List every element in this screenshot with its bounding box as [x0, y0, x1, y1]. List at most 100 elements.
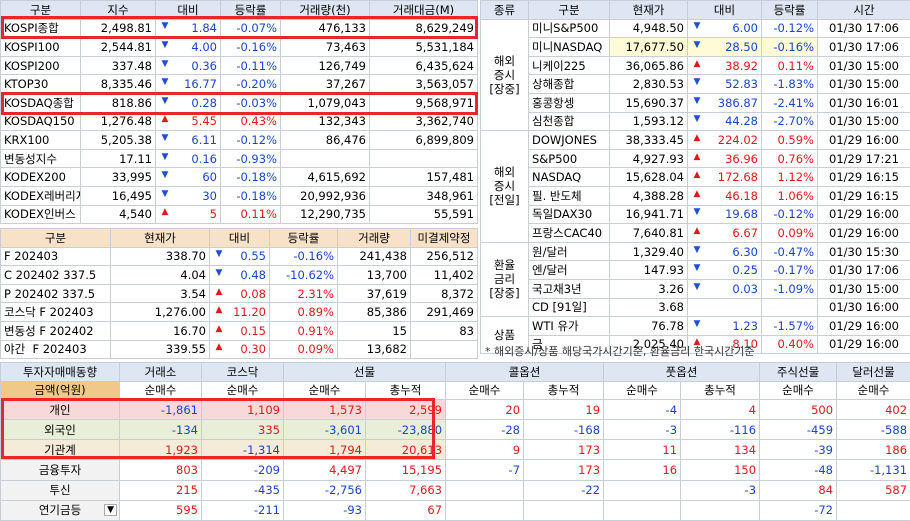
futures-row[interactable]: 코스닥 F 2024031,276.00▲11.200.89%85,386291…: [1, 303, 478, 322]
futures-row[interactable]: F 202403338.70▼0.55-0.16%241,438256,512: [1, 247, 478, 266]
index-row[interactable]: KODEX20033,995▼60-0.18%4,615,692157,481: [1, 168, 478, 187]
change-cell: ▲6.67: [688, 224, 762, 243]
index-value: 2,544.81: [81, 38, 156, 57]
investor-row[interactable]: 개인-1,8611,1091,5732,5992019-44500402: [1, 400, 910, 420]
investor-value: [604, 500, 681, 520]
global-row[interactable]: 심천종합1,593.12▼44.28-2.70%01/30 15:00: [481, 112, 910, 131]
investor-row[interactable]: 금융투자803-2094,49715,195-717316150-48-1,13…: [1, 460, 910, 480]
index-header-row: 구분지수대비등락률거래량(천)거래대금(M): [1, 1, 478, 20]
investor-value: -1,314: [202, 440, 284, 460]
global-price: 16,941.71: [610, 205, 688, 224]
investor-title: 투자자매매동향: [1, 363, 120, 382]
investor-row[interactable]: 연기금등▼595-211-9367-72: [1, 500, 910, 520]
futures-row[interactable]: 야간 F 202403339.55▲0.300.09%13,682: [1, 340, 478, 359]
global-time: 01/29 16:00: [818, 205, 910, 224]
global-price: 4,388.28: [610, 186, 688, 205]
index-row[interactable]: KODEX인버스4,540▲50.11%12,290,73555,591: [1, 205, 478, 224]
futures-price: 4.04: [111, 266, 210, 285]
index-row[interactable]: KOSPI1002,544.81▼4.00-0.16%73,4635,531,1…: [1, 38, 478, 57]
change-cell: ▼28.50: [688, 38, 762, 57]
futures-row[interactable]: C 202402 337.54.04▼0.48-10.62%13,70011,4…: [1, 266, 478, 285]
global-row[interactable]: 엔/달러147.93▼0.25-0.17%01/30 17:06: [481, 261, 910, 280]
index-row[interactable]: KTOP308,335.46▼16.77-0.20%37,2673,563,05…: [1, 75, 478, 94]
change-cell: ▼19.68: [688, 205, 762, 224]
investor-value: 15,195: [366, 460, 446, 480]
investor-value: -4: [604, 400, 681, 420]
dropdown-arrow-icon[interactable]: ▼: [104, 504, 117, 516]
global-time: 01/29 16:15: [818, 168, 910, 187]
change-value: 5.45: [191, 114, 217, 128]
global-row[interactable]: 미니NASDAQ17,677.50▼28.50-0.16%01/30 17:06: [481, 38, 910, 57]
investor-value: 4: [681, 400, 760, 420]
global-price: 147.93: [610, 261, 688, 280]
global-rate: 0.59%: [762, 131, 818, 150]
global-row[interactable]: 상해종합2,830.53▼52.83-1.83%01/30 15:00: [481, 75, 910, 94]
futures-open-interest: 8,372: [411, 284, 478, 303]
index-row[interactable]: KOSDAQ1501,276.48▲5.450.43%132,3433,362,…: [1, 112, 478, 131]
global-price: 76.78: [610, 317, 688, 336]
change-cell: ▼0.36: [156, 56, 221, 75]
triangle-up-icon: ▲: [213, 324, 225, 334]
global-row[interactable]: 상품WTI 유가76.78▼1.23-1.57%01/29 16:00: [481, 317, 910, 336]
investor-value: -209: [202, 460, 284, 480]
investor-value: [837, 500, 910, 520]
triangle-down-icon: ▼: [691, 263, 703, 273]
triangle-down-icon: ▼: [691, 40, 703, 50]
change-cell: ▼60: [156, 168, 221, 187]
index-row[interactable]: KOSDAQ종합818.86▼0.28-0.03%1,079,0439,568,…: [1, 93, 478, 112]
investor-value: -435: [202, 480, 284, 500]
global-row[interactable]: 니케이22536,065.86▲38.920.11%01/30 15:00: [481, 56, 910, 75]
change-cell: ▼1.23: [688, 317, 762, 336]
investor-value: -3: [604, 420, 681, 440]
index-amount: 3,563,057: [370, 75, 478, 94]
change-cell: ▼6.11: [156, 131, 221, 150]
triangle-down-icon: ▼: [159, 77, 171, 87]
global-time: 01/30 17:06: [818, 261, 910, 280]
global-row[interactable]: 독일DAX3016,941.71▼19.68-0.12%01/29 16:00: [481, 205, 910, 224]
global-row[interactable]: 환율 금리 [장중]원/달러1,329.40▼6.30-0.47%01/30 1…: [481, 242, 910, 261]
global-row[interactable]: NASDAQ15,628.04▲172.681.12%01/29 16:15: [481, 168, 910, 187]
index-row[interactable]: KOSPI200337.48▼0.36-0.11%126,7496,435,62…: [1, 56, 478, 75]
investor-name: 투신: [1, 480, 120, 500]
investor-row[interactable]: 기관계1,923-1,3141,79420,613917311134-39186: [1, 440, 910, 460]
change-cell: ▼52.83: [688, 75, 762, 94]
triangle-down-icon: ▼: [213, 268, 225, 278]
futures-row[interactable]: 변동성 F 20240216.70▲0.150.91%1583: [1, 321, 478, 340]
global-row[interactable]: 해외 증시 [전일]DOWJONES38,333.45▲224.020.59%0…: [481, 131, 910, 150]
index-table: 구분지수대비등락률거래량(천)거래대금(M) KOSPI종합2,498.81▼1…: [0, 0, 478, 224]
global-row[interactable]: CD [91일]3.6801/30 16:00: [481, 298, 910, 317]
index-name: KODEX200: [1, 168, 81, 187]
change-cell: ▲11.20: [210, 303, 270, 322]
global-row[interactable]: 프랑스CAC407,640.81▲6.670.09%01/29 16:00: [481, 224, 910, 243]
global-rate: [762, 298, 818, 317]
index-row[interactable]: 변동성지수17.11▼0.16-0.93%: [1, 149, 478, 168]
change-value: 1.23: [732, 319, 758, 333]
global-row[interactable]: 국고채3년3.26▼0.03-1.09%01/30 15:00: [481, 279, 910, 298]
change-value: 16.77: [184, 77, 217, 91]
triangle-down-icon: ▼: [691, 96, 703, 106]
index-volume: 73,463: [281, 38, 370, 57]
investor-row[interactable]: 외국인-134335-3,601-23,880-28-168-3-116-459…: [1, 420, 910, 440]
triangle-up-icon: ▲: [691, 170, 703, 180]
change-value: 6.00: [732, 21, 758, 35]
index-row[interactable]: KODEX레버리지16,495▼30-0.18%20,992,936348,96…: [1, 186, 478, 205]
global-row[interactable]: 해외 증시 [장중]미니S&P5004,948.50▼6.00-0.12%01/…: [481, 19, 910, 38]
investor-value: [446, 480, 524, 500]
global-row[interactable]: S&P5004,927.93▲36.960.76%01/29 17:21: [481, 149, 910, 168]
global-price: 15,628.04: [610, 168, 688, 187]
investor-row[interactable]: 투신215-435-2,7567,663-22-384587: [1, 480, 910, 500]
index-amount: 3,362,740: [370, 112, 478, 131]
index-row[interactable]: KRX1005,205.38▼6.11-0.12%86,4766,899,809: [1, 131, 478, 150]
index-value: 5,205.38: [81, 131, 156, 150]
investor-value: [604, 480, 681, 500]
futures-col-header: 거래량: [338, 229, 411, 248]
change-cell: ▼0.55: [210, 247, 270, 266]
global-row[interactable]: 홍콩항셍15,690.37▼386.87-2.41%01/30 16:01: [481, 93, 910, 112]
futures-row[interactable]: P 202402 337.53.54▲0.082.31%37,6198,372: [1, 284, 478, 303]
global-price: 4,927.93: [610, 149, 688, 168]
index-volume: 4,615,692: [281, 168, 370, 187]
index-row[interactable]: KOSPI종합2,498.81▼1.84-0.07%476,1338,629,2…: [1, 19, 478, 38]
futures-open-interest: [411, 340, 478, 359]
global-name: S&P500: [529, 149, 610, 168]
global-row[interactable]: 필. 반도체4,388.28▲46.181.06%01/29 16:15: [481, 186, 910, 205]
